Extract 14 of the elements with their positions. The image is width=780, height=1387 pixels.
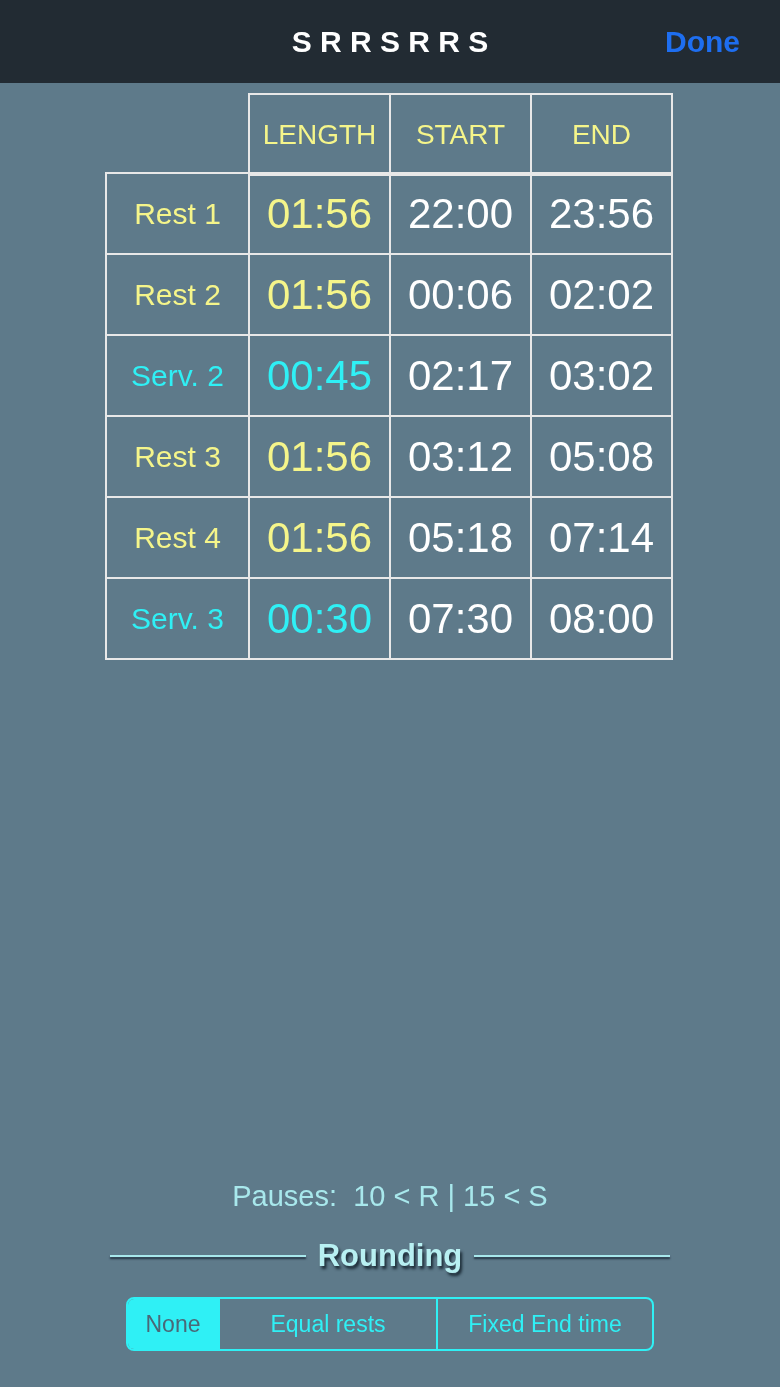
rounding-title: Rounding	[317, 1236, 463, 1275]
row-label: Serv. 3	[105, 577, 250, 660]
rounding-option[interactable]: Equal rests	[218, 1299, 436, 1349]
column-header: START	[389, 93, 532, 176]
end-cell: 08:00	[530, 577, 673, 660]
row-label: Rest 1	[105, 172, 250, 255]
done-button[interactable]: Done	[665, 19, 740, 64]
column-header: END	[530, 93, 673, 176]
column-header: LENGTH	[248, 93, 391, 176]
sequence-title: S R R S R R S	[291, 24, 489, 60]
end-cell: 23:56	[530, 172, 673, 255]
rounding-option[interactable]: Fixed End time	[436, 1299, 652, 1349]
pauses-text: Pauses: 10 < R | 15 < S	[232, 1179, 548, 1214]
rounding-option[interactable]: None	[128, 1299, 218, 1349]
